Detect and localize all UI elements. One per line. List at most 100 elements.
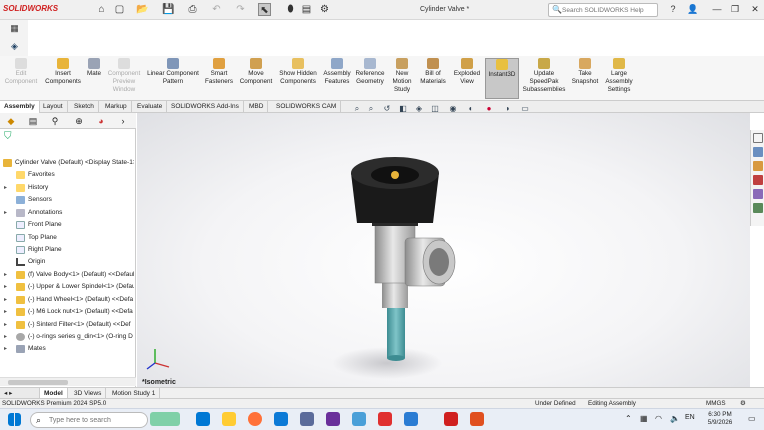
edge-icon[interactable] xyxy=(274,412,288,426)
tree-item-top-plane[interactable]: Top Plane xyxy=(0,232,134,244)
save-icon[interactable]: 💾 xyxy=(162,3,175,16)
wifi-icon[interactable]: ◠ xyxy=(655,414,662,423)
pin-icon[interactable]: ◈ xyxy=(8,40,21,53)
bill-of-materials-button[interactable]: Bill of Materials xyxy=(418,58,448,99)
instant3d-button[interactable]: Instant3D xyxy=(485,58,519,99)
network-icon[interactable]: ▦ xyxy=(640,414,648,423)
cylinder-valve-model[interactable] xyxy=(137,113,750,387)
language-icon[interactable]: EN xyxy=(685,414,695,421)
tree-item-valve-body[interactable]: ▸ (f) Valve Body<1> (Default) <<Default> xyxy=(0,269,134,281)
clock[interactable]: 6:30 PM 5/9/2026 xyxy=(700,411,740,427)
tree-item-annotations[interactable]: ▸ Annotations xyxy=(0,207,134,219)
exploded-view-button[interactable]: Exploded View xyxy=(451,58,483,99)
reference-geometry-button[interactable]: Reference Geometry xyxy=(354,58,386,99)
firefox-icon[interactable] xyxy=(248,412,262,426)
windows-start-icon[interactable] xyxy=(8,413,21,426)
tree-item-right-plane[interactable]: Right Plane xyxy=(0,244,134,256)
task-view-icon[interactable] xyxy=(196,412,210,426)
volume-icon[interactable]: 🔈 xyxy=(670,414,680,423)
tree-item-root-assembly[interactable]: Cylinder Valve (Default) <Display State-… xyxy=(0,157,134,169)
layout-toggle-icon[interactable]: ▦ xyxy=(8,22,21,35)
tab-solidworks-cam[interactable]: SOLIDWORKS CAM xyxy=(272,101,342,113)
tray-chevron-icon[interactable]: ⌃ xyxy=(625,414,632,423)
panel-more-icon[interactable]: › xyxy=(116,115,130,127)
tab-assembly[interactable]: Assembly xyxy=(0,101,40,113)
display-manager-tab-icon[interactable]: ◕ xyxy=(94,115,108,127)
expand-arrow-icon[interactable]: ▸ xyxy=(4,294,7,306)
file-properties-icon[interactable]: ▤ xyxy=(300,3,313,16)
acrobat-icon[interactable] xyxy=(378,412,392,426)
redo-icon[interactable]: ↷ xyxy=(234,3,247,16)
tree-item-sensors[interactable]: Sensors xyxy=(0,194,134,206)
appearances-icon[interactable] xyxy=(753,189,763,199)
feature-manager-tab-icon[interactable]: ◆ xyxy=(4,115,18,127)
file-explorer-taskbar-icon[interactable] xyxy=(222,412,236,426)
dimxpert-tab-icon[interactable]: ⊕ xyxy=(72,115,86,127)
panel-horizontal-scrollbar[interactable] xyxy=(0,377,136,386)
tab-mbd[interactable]: MBD xyxy=(245,101,269,113)
taskbar-search-box[interactable]: ⌕ xyxy=(30,412,148,428)
solidworks-logo[interactable]: SOLIDWORKS xyxy=(3,4,58,13)
new-document-icon[interactable]: ▢ xyxy=(113,3,126,16)
tab-evaluate[interactable]: Evaluate xyxy=(133,101,168,113)
restore-icon[interactable]: ❐ xyxy=(728,2,742,16)
tree-item-hand-wheel[interactable]: ▸ (-) Hand Wheel<1> (Default) <<Defa xyxy=(0,294,134,306)
file-explorer-icon[interactable] xyxy=(753,161,763,171)
update-speedpak-button[interactable]: Update SpeedPak Subassemblies xyxy=(522,58,566,99)
new-motion-study-button[interactable]: New Motion Study xyxy=(389,58,415,99)
help-search-box[interactable]: 🔍 xyxy=(548,3,658,17)
assembly-features-button[interactable]: Assembly Features xyxy=(321,58,353,99)
close-icon[interactable]: ✕ xyxy=(748,2,762,16)
move-component-button[interactable]: Move Component xyxy=(237,58,275,99)
configuration-manager-tab-icon[interactable]: ⚲ xyxy=(48,115,62,127)
scrollbar-thumb[interactable] xyxy=(8,380,68,385)
expand-arrow-icon[interactable]: ▸ xyxy=(4,182,7,194)
linear-pattern-button[interactable]: Linear Component Pattern xyxy=(145,58,201,99)
expand-arrow-icon[interactable]: ▸ xyxy=(4,269,7,281)
take-snapshot-button[interactable]: Take Snapshot xyxy=(570,58,600,99)
tab-addins[interactable]: SOLIDWORKS Add-Ins xyxy=(167,101,244,113)
expand-arrow-icon[interactable]: ▸ xyxy=(4,331,7,343)
expand-arrow-icon[interactable]: ▸ xyxy=(4,319,7,331)
weather-widget-icon[interactable] xyxy=(150,412,180,426)
help-search-input[interactable] xyxy=(562,5,654,15)
tree-item-o-rings[interactable]: ▸ (-) o-rings series g_din<1> (O-ring D xyxy=(0,331,134,343)
select-icon[interactable]: ⬉ xyxy=(258,3,271,16)
taskbar-app-icon[interactable] xyxy=(326,412,340,426)
solidworks-resources-icon[interactable] xyxy=(753,133,763,143)
print-icon[interactable]: ⎙ xyxy=(186,3,199,16)
smart-fasteners-button[interactable]: Smart Fasteners xyxy=(202,58,236,99)
mate-button[interactable]: Mate xyxy=(85,58,103,99)
custom-properties-icon[interactable] xyxy=(753,203,763,213)
taskbar-search-input[interactable] xyxy=(49,415,144,426)
tab-sketch[interactable]: Sketch xyxy=(70,101,99,113)
expand-arrow-icon[interactable]: ▸ xyxy=(4,281,7,293)
traffic-light-icon[interactable]: ⬮ xyxy=(284,3,297,16)
tree-item-origin[interactable]: Origin xyxy=(0,256,134,268)
open-icon[interactable]: 📂 xyxy=(136,3,149,16)
edit-component-button[interactable]: Edit Component xyxy=(2,58,40,99)
taskbar-app-icon[interactable] xyxy=(352,412,366,426)
solidworks-taskbar-icon[interactable] xyxy=(444,412,458,426)
property-manager-tab-icon[interactable]: ▤ xyxy=(26,115,40,127)
show-hidden-components-button[interactable]: Show Hidden Components xyxy=(278,58,318,99)
tab-layout[interactable]: Layout xyxy=(39,101,68,113)
tree-item-spindel[interactable]: ▸ (-) Upper & Lower Spindel<1> (Default) xyxy=(0,281,134,293)
expand-arrow-icon[interactable]: ▸ xyxy=(4,343,7,355)
view-palette-icon[interactable] xyxy=(753,175,763,185)
word-icon[interactable] xyxy=(404,412,418,426)
tree-item-mates[interactable]: ▸ Mates xyxy=(0,343,134,355)
tab-markup[interactable]: Markup xyxy=(101,101,132,113)
account-icon[interactable]: 👤 xyxy=(686,2,700,16)
notification-icon[interactable]: ▭ xyxy=(748,414,756,423)
tree-item-lock-nut[interactable]: ▸ (-) M6 Lock nut<1> (Default) <<Defa xyxy=(0,306,134,318)
insert-components-button[interactable]: Insert Components xyxy=(42,58,84,99)
graphics-viewport[interactable]: *Isometric xyxy=(137,113,750,387)
expand-arrow-icon[interactable]: ▸ xyxy=(4,207,7,219)
taskbar-app-icon[interactable] xyxy=(300,412,314,426)
large-assembly-settings-button[interactable]: Large Assembly Settings xyxy=(602,58,636,99)
options-gear-icon[interactable]: ⚙ xyxy=(318,3,331,16)
tree-item-favorites[interactable]: Favorites xyxy=(0,169,134,181)
taskbar-app-icon[interactable] xyxy=(470,412,484,426)
filter-icon[interactable]: ⛉ xyxy=(4,131,12,142)
